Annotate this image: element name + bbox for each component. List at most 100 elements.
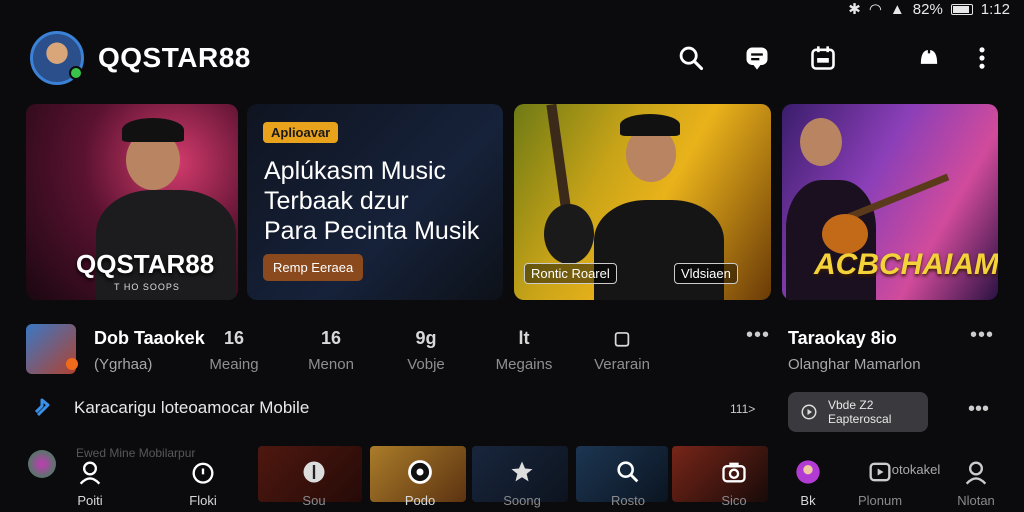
promo-button[interactable]: Remp Eeraea xyxy=(263,254,364,281)
stat-item[interactable]: lt Megains xyxy=(484,328,564,373)
nav-item-poiti[interactable]: Poiti xyxy=(50,458,130,508)
artist-subtitle: (Ygrhaa) xyxy=(94,356,153,373)
person-icon xyxy=(79,461,101,485)
nav-item-bk[interactable]: Bk xyxy=(768,458,848,508)
stat-label: Menon xyxy=(308,356,354,373)
play-circle-icon xyxy=(801,404,817,420)
battery-percent: 82% xyxy=(912,0,943,18)
nav-item-floki[interactable]: Floki xyxy=(163,458,243,508)
calendar-button[interactable] xyxy=(790,36,856,80)
notifications-button[interactable] xyxy=(896,36,962,80)
signal-icon: ▲ xyxy=(889,0,905,18)
singer-figure xyxy=(594,200,724,300)
nav-label: Plonum xyxy=(857,493,903,508)
pill-line-1: Vbde Z2 xyxy=(828,398,874,412)
user-icon xyxy=(965,461,987,485)
nav-label: Floki xyxy=(189,493,217,508)
record-icon xyxy=(408,460,432,484)
banner-card-4[interactable]: ACBCHAIAMK xyxy=(782,104,998,300)
artist-info-row: Dob Taaokek (Ygrhaa) 16 Meaing 16 Menon … xyxy=(26,322,998,378)
camera-icon xyxy=(722,462,746,483)
more-horizontal-icon[interactable]: ••• xyxy=(968,398,989,421)
clock: 1:12 xyxy=(980,0,1010,18)
chat-icon xyxy=(746,47,768,70)
guitar-pick-icon xyxy=(303,461,325,483)
stat-label: Meaing xyxy=(209,356,259,373)
cap-shape xyxy=(122,118,184,142)
battery-icon xyxy=(950,3,973,15)
stat-value: 16 xyxy=(223,328,245,348)
app-header: QQSTAR88 xyxy=(30,30,1002,86)
banner-3-tag-2: Vldsiaen xyxy=(674,263,738,284)
banner-1-title: QQSTAR88 xyxy=(76,249,215,279)
more-horizontal-icon[interactable]: ••• xyxy=(970,324,994,347)
more-vertical-icon xyxy=(979,47,985,69)
status-bar: ✱ ◠ ▲ 82% 1:12 xyxy=(848,0,1010,19)
nav-item-sico[interactable]: Sico xyxy=(694,458,774,508)
promo-line-1: Aplúkasm Music xyxy=(264,157,446,185)
stat-item[interactable]: 9g Vobje xyxy=(386,328,466,373)
search-button[interactable] xyxy=(658,36,724,80)
calendar-icon xyxy=(811,46,835,70)
mobile-row-text[interactable]: Karacarigu loteoamocar Mobile xyxy=(74,398,309,418)
avatar[interactable] xyxy=(30,31,84,85)
stat-label: Megains xyxy=(495,356,553,373)
promo-line-3: Para Pecinta Musik xyxy=(264,217,480,245)
nav-item-soong[interactable]: Soong xyxy=(482,458,562,508)
bottom-nav: Poiti Floki Sou Podo Soong Rosto Sico Bk… xyxy=(0,442,1024,512)
banner-1-subtitle: T HO SOOPS xyxy=(114,282,180,292)
app-title: QQSTAR88 xyxy=(98,42,251,73)
live-badge xyxy=(66,358,78,370)
stat-value: lt xyxy=(518,328,530,348)
stat-value: ▢ xyxy=(613,328,631,348)
promo-line-2: Terbaak dzur xyxy=(264,187,409,215)
wifi-icon: ◠ xyxy=(868,1,882,18)
nav-label: Sou xyxy=(302,493,326,508)
nav-item-rosto[interactable]: Rosto xyxy=(588,458,668,508)
banner-card-2[interactable]: Aplioavar Aplúkasm Music Terbaak dzur Pa… xyxy=(247,104,503,300)
bluetooth-icon: ✱ xyxy=(848,1,861,18)
stat-value: 9g xyxy=(415,328,437,348)
stat-item[interactable]: 16 Menon xyxy=(291,328,371,373)
nav-label: Bk xyxy=(800,493,816,508)
artist-thumbnail[interactable] xyxy=(26,324,78,374)
pill-line-2: Eapteroscal xyxy=(828,412,892,426)
stat-value: 16 xyxy=(320,328,342,348)
messages-button[interactable] xyxy=(724,36,790,80)
more-horizontal-icon[interactable]: ••• xyxy=(746,324,770,347)
nav-label: Sico xyxy=(721,493,747,508)
more-menu-button[interactable] xyxy=(962,36,1002,80)
nav-label: Soong xyxy=(503,493,541,508)
bluetooth-icon xyxy=(34,398,50,417)
banner-3-tag-1: Rontic Roarel xyxy=(524,263,617,284)
online-indicator xyxy=(69,66,83,80)
bell-icon xyxy=(920,47,938,64)
video-pill[interactable]: Vbde Z2 Eapteroscal xyxy=(788,392,928,432)
nav-item-podo[interactable]: Podo xyxy=(380,458,460,508)
stat-label: Verarain xyxy=(594,356,650,373)
timer-icon xyxy=(192,462,214,484)
stat-item[interactable]: ▢ Verarain xyxy=(582,328,662,373)
search-icon xyxy=(679,46,704,71)
stat-item[interactable]: 16 Meaing xyxy=(194,328,274,373)
mobile-row-count[interactable]: 111> xyxy=(730,402,755,416)
banner-4-title: ACBCHAIAMK xyxy=(814,248,998,281)
nav-item-sou[interactable]: Sou xyxy=(274,458,354,508)
artist-name: Dob Taaokek xyxy=(94,328,205,348)
promo-headline: Aplúkasm Music Terbaak dzur Para Pecinta… xyxy=(264,156,479,246)
banner-card-1[interactable]: QQSTAR88 T HO SOOPS xyxy=(26,104,238,300)
profile-bubble-icon xyxy=(796,460,820,484)
stat-label: Vobje xyxy=(407,356,445,373)
banner-card-3[interactable]: Rontic Roarel Vldsiaen xyxy=(514,104,771,300)
karaoke-title: Taraokay 8io xyxy=(788,328,897,348)
featured-carousel: QQSTAR88 T HO SOOPS Aplioavar Aplúkasm M… xyxy=(26,104,998,300)
banner-chip: Aplioavar xyxy=(263,122,339,143)
nav-label: Rosto xyxy=(611,493,645,508)
karaoke-subtitle: Olanghar Mamarlon xyxy=(788,356,921,373)
nav-label: Nlotan xyxy=(957,493,995,508)
mobile-row: Karacarigu loteoamocar Mobile 111> Vbde … xyxy=(30,392,998,432)
star-icon xyxy=(511,461,533,482)
nav-label: Poiti xyxy=(77,493,103,508)
nav-item-nlotan[interactable]: Nlotan xyxy=(936,458,1016,508)
search-icon xyxy=(617,461,639,483)
